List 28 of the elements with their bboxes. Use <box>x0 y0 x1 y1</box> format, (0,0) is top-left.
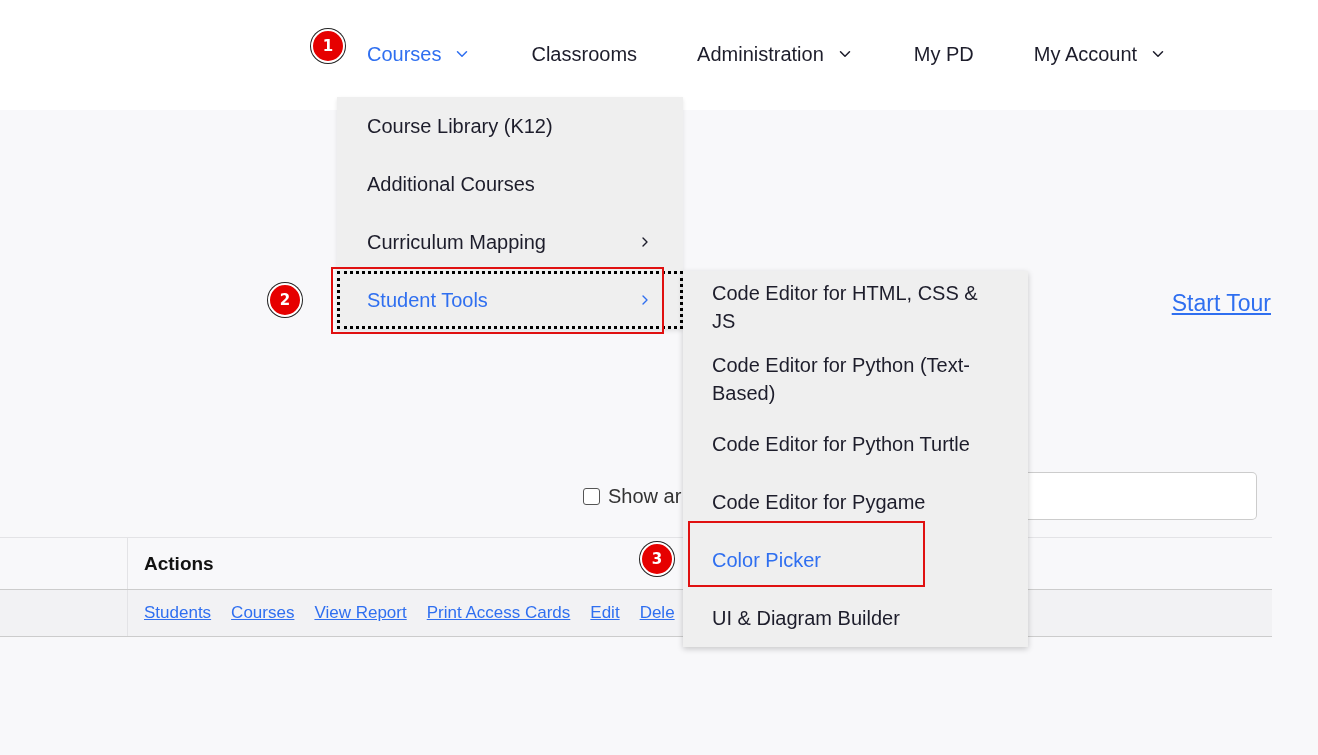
action-link[interactable]: Dele <box>639 603 675 623</box>
column-header: Actions <box>144 552 214 575</box>
step-number-marker: 2 <box>268 283 302 317</box>
dropdown-menu-item[interactable]: Course Library (K12) <box>337 97 683 155</box>
nav-menu-item[interactable]: Courses <box>367 42 472 68</box>
action-link[interactable]: Courses <box>231 603 295 623</box>
checkbox[interactable] <box>583 487 600 505</box>
action-link[interactable]: Students <box>144 603 212 623</box>
submenu-item[interactable]: Code Editor for Python Turtle <box>683 415 1028 473</box>
checkbox-label: Show ar <box>608 484 682 508</box>
action-link[interactable]: Print Access Cards <box>426 603 571 623</box>
step-number-marker: 1 <box>311 28 345 63</box>
dropdown-menu-item[interactable]: Student Tools <box>337 271 683 329</box>
submenu-item[interactable]: Code Editor for Pygame <box>683 473 1028 531</box>
nav-menu-item[interactable]: Classrooms <box>531 42 638 68</box>
submenu-item[interactable]: Code Editor for HTML, CSS & JS <box>683 271 1028 343</box>
submenu-item[interactable]: UI & Diagram Builder <box>683 589 1028 647</box>
nav-menu-item[interactable]: My Account <box>1033 42 1168 68</box>
action-link[interactable]: Edit <box>590 603 620 623</box>
start-tour-link[interactable]: Start Tour <box>1171 290 1271 317</box>
submenu-item[interactable]: Code Editor for Python (Text-Based) <box>683 343 1028 415</box>
nav-menu-item[interactable]: My PD <box>913 42 974 68</box>
dropdown-menu-item[interactable]: Curriculum Mapping <box>337 213 683 271</box>
action-link[interactable]: View Report <box>314 603 407 623</box>
submenu-item[interactable]: Color Picker <box>683 531 1028 589</box>
dropdown-menu-item[interactable]: Additional Courses <box>337 155 683 213</box>
search-field[interactable] <box>1028 472 1257 520</box>
nav-menu-item[interactable]: Administration <box>697 42 854 68</box>
